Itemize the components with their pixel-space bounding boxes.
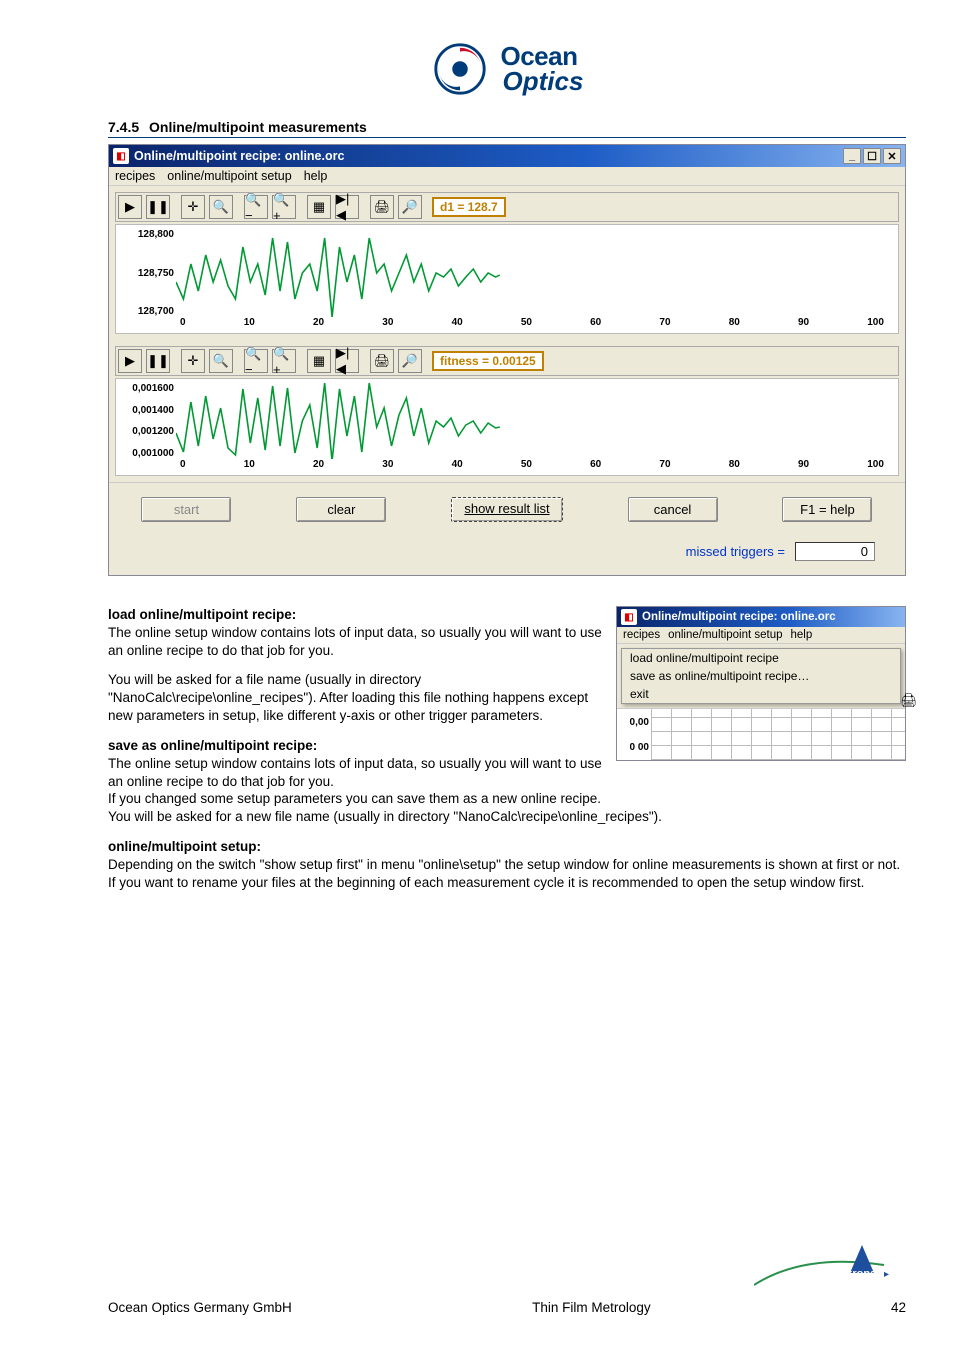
pause-icon[interactable]: ❚❚ <box>146 349 170 373</box>
ocean-optics-swirl-icon <box>431 40 489 98</box>
title-bar: ◧ Online/multipoint recipe: online.orc _… <box>109 145 905 167</box>
chart2-y-axis: 0,001600 0,001400 0,001200 0,001000 <box>116 379 176 475</box>
crosshair-icon[interactable]: ✛ <box>181 195 205 219</box>
play-icon[interactable]: ▶ <box>118 195 142 219</box>
chart1-readout: d1 = 128.7 <box>432 197 506 217</box>
zoom-icon[interactable]: 🔍 <box>209 349 233 373</box>
dropdown-exit[interactable]: exit <box>622 685 900 703</box>
skip-icon[interactable]: ▶|◀ <box>335 195 359 219</box>
chart1-pane: ▶ ❚❚ ✛ 🔍 🔍− 🔍+ ▦ ▶|◀ 🖨 🔎 d1 = 128.7 128,… <box>109 186 905 482</box>
chart2-readout: fitness = 0.00125 <box>432 351 544 371</box>
logo-line2: Optics <box>503 69 584 94</box>
chart1-y-axis: 128,800 128,750 128,700 <box>116 225 176 333</box>
grid-icon[interactable]: ▦ <box>307 195 331 219</box>
inset-menu-setup[interactable]: online/multipoint setup <box>668 629 782 641</box>
chart2-x-axis: 0 10 20 30 40 50 60 70 80 90 100 <box>176 459 888 475</box>
status-row: missed triggers = 0 <box>109 536 905 575</box>
zoom-out-icon[interactable]: 🔍− <box>244 195 268 219</box>
zoom-icon[interactable]: 🔍 <box>209 195 233 219</box>
page-footer: Ocean Optics Germany GmbH Thin Film Metr… <box>108 1300 906 1315</box>
maximize-button[interactable]: ☐ <box>863 148 881 164</box>
inset-window: ◧ Online/multipoint recipe: online.orc r… <box>616 606 906 761</box>
chart1-area: 128,800 128,750 128,700 0 10 20 30 40 50… <box>115 224 899 334</box>
inset-title: Online/multipoint recipe: online.orc <box>642 611 836 623</box>
missed-triggers-label: missed triggers = <box>686 544 785 559</box>
chart1-x-axis: 0 10 20 30 40 50 60 70 80 90 100 <box>176 317 888 333</box>
dropdown-save[interactable]: save as online/multipoint recipe… <box>622 667 900 685</box>
menu-recipes[interactable]: recipes <box>115 169 155 183</box>
inset-menu-recipes[interactable]: recipes <box>623 629 660 641</box>
chart1-toolbar: ▶ ❚❚ ✛ 🔍 🔍− 🔍+ ▦ ▶|◀ 🖨 🔎 d1 = 128.7 <box>115 192 899 222</box>
pause-icon[interactable]: ❚❚ <box>146 195 170 219</box>
inset-title-bar: ◧ Online/multipoint recipe: online.orc <box>617 607 905 627</box>
zoom-in-icon[interactable]: 🔍+ <box>272 349 296 373</box>
menu-bar: recipes online/multipoint setup help <box>109 167 905 186</box>
footer-center: Thin Film Metrology <box>532 1300 651 1315</box>
close-button[interactable]: ✕ <box>883 148 901 164</box>
body-text: ◧ Online/multipoint recipe: online.orc r… <box>108 606 906 903</box>
missed-triggers-value: 0 <box>795 542 875 561</box>
section-title: Online/multipoint measurements <box>149 119 367 135</box>
logo: Ocean Optics <box>108 40 906 101</box>
cancel-button[interactable]: cancel <box>628 497 718 522</box>
chart2-area: 0,001600 0,001400 0,001200 0,001000 0 10… <box>115 378 899 476</box>
app-window: ◧ Online/multipoint recipe: online.orc _… <box>108 144 906 576</box>
preview-icon[interactable]: 🔎 <box>398 195 422 219</box>
inset-mini-chart: 0,00 0 00 <box>617 708 905 760</box>
mikropack-logo: Mikropack ▸ <box>754 1243 894 1291</box>
help-button[interactable]: F1 = help <box>782 497 872 522</box>
app-icon: ◧ <box>621 609 637 625</box>
footer-left: Ocean Optics Germany GmbH <box>108 1300 292 1315</box>
section-heading: 7.4.5 Online/multipoint measurements <box>108 119 906 138</box>
page-number: 42 <box>891 1300 906 1315</box>
menu-online-setup[interactable]: online/multipoint setup <box>167 169 291 183</box>
show-result-button[interactable]: show result list <box>451 497 562 521</box>
skip-icon[interactable]: ▶|◀ <box>335 349 359 373</box>
zoom-in-icon[interactable]: 🔍+ <box>272 195 296 219</box>
play-icon[interactable]: ▶ <box>118 349 142 373</box>
svg-text:Mikropack: Mikropack <box>834 1268 889 1280</box>
print-icon[interactable]: 🖨 <box>370 349 394 373</box>
clear-button[interactable]: clear <box>296 497 386 522</box>
heading-setup: online/multipoint setup: <box>108 838 906 856</box>
menu-help[interactable]: help <box>304 169 328 183</box>
para-save-2: If you changed some setup parameters you… <box>108 790 906 808</box>
para-setup: Depending on the switch "show setup firs… <box>108 856 906 892</box>
recipes-dropdown: load online/multipoint recipe save as on… <box>621 648 901 704</box>
app-icon: ◧ <box>113 148 129 164</box>
grid-icon[interactable]: ▦ <box>307 349 331 373</box>
button-row: start clear show result list cancel F1 =… <box>109 482 905 536</box>
inset-menu-help[interactable]: help <box>791 629 813 641</box>
start-button[interactable]: start <box>141 497 231 522</box>
para-save-3: You will be asked for a new file name (u… <box>108 808 906 826</box>
window-title: Online/multipoint recipe: online.orc <box>134 149 344 163</box>
dropdown-load[interactable]: load online/multipoint recipe <box>622 649 900 667</box>
zoom-out-icon[interactable]: 🔍− <box>244 349 268 373</box>
crosshair-icon[interactable]: ✛ <box>181 349 205 373</box>
print-icon[interactable]: 🖨 <box>370 195 394 219</box>
chart2-line <box>176 383 898 459</box>
chart2-toolbar: ▶ ❚❚ ✛ 🔍 🔍− 🔍+ ▦ ▶|◀ 🖨 🔎 fitness = 0.001… <box>115 346 899 376</box>
minimize-button[interactable]: _ <box>843 148 861 164</box>
section-number: 7.4.5 <box>108 119 139 135</box>
inset-print-icon[interactable]: 🖨 <box>900 693 917 709</box>
preview-icon[interactable]: 🔎 <box>398 349 422 373</box>
svg-text:▸: ▸ <box>884 1269 889 1280</box>
chart1-line <box>176 229 898 317</box>
